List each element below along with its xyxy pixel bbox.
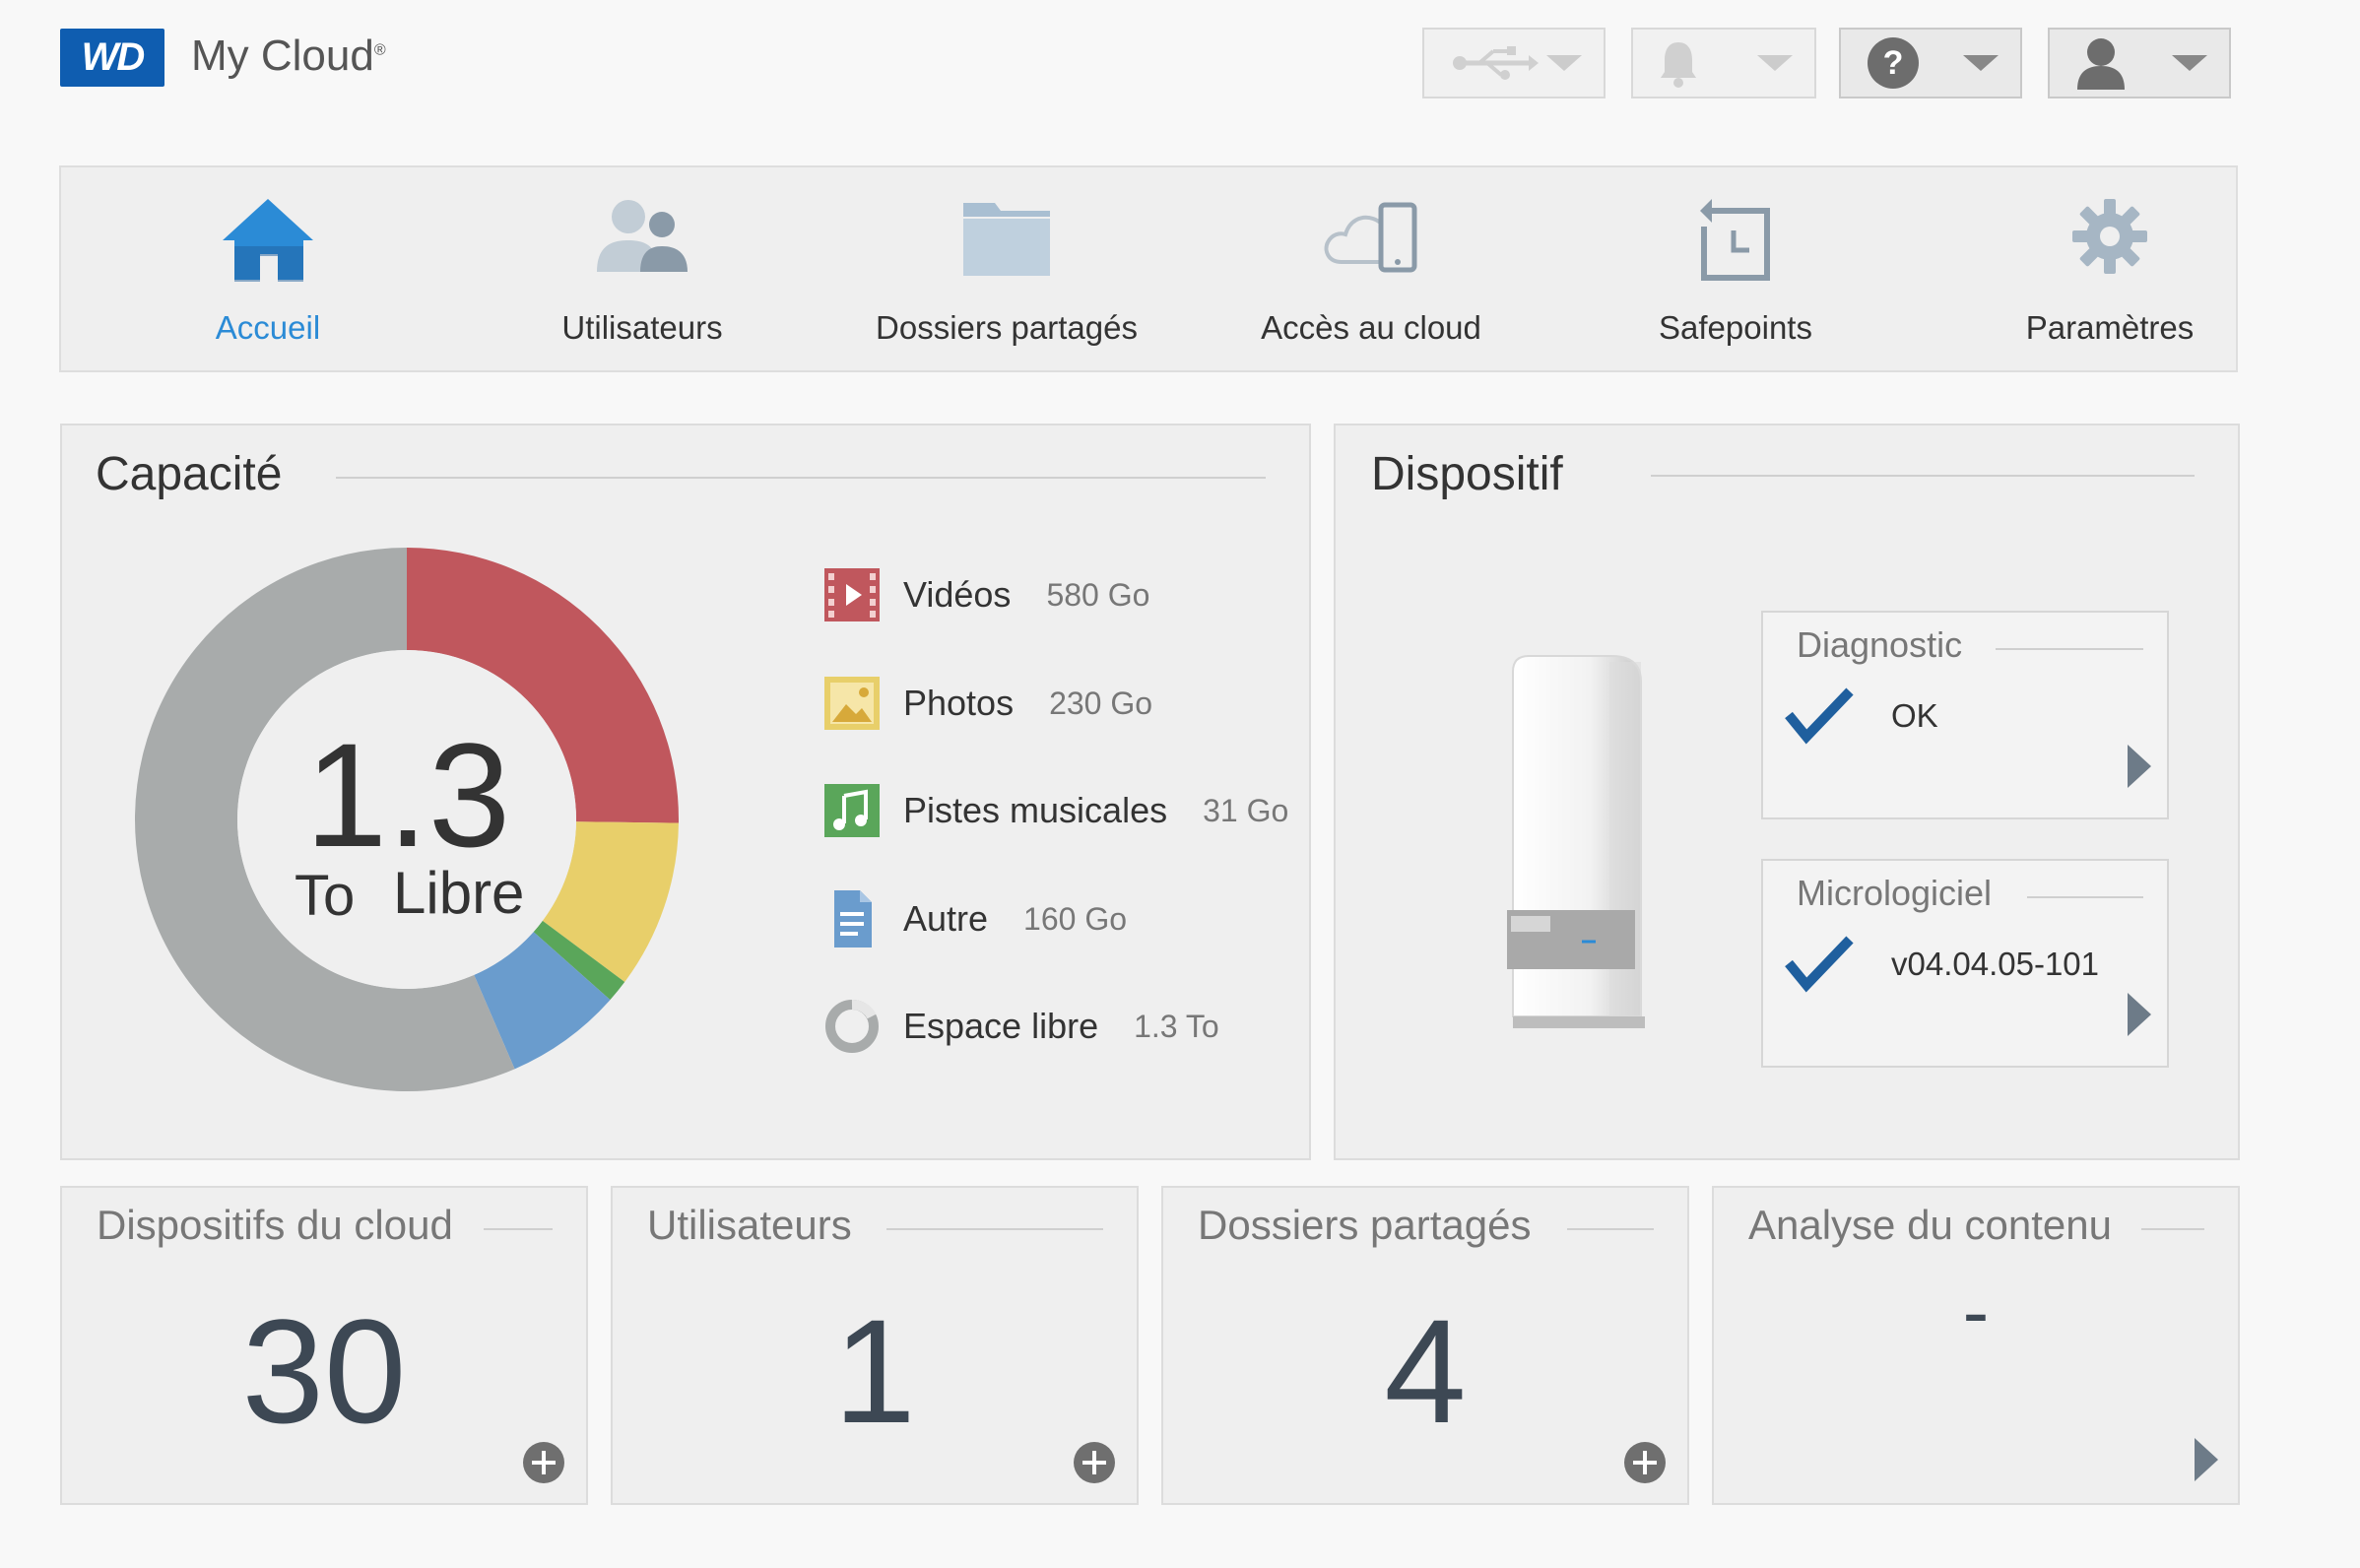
tile-title: Utilisateurs [647,1202,852,1248]
legend-item-videos: Vidéos 580 Go [824,565,1149,624]
title-divider [2141,1228,2204,1230]
nav-label: Utilisateurs [561,309,723,346]
check-icon [1785,936,1854,993]
tile-value: - [1962,1268,1990,1355]
legend-item-music: Pistes musicales 31 Go [824,781,1288,840]
document-icon [834,890,872,947]
legend-item-photos: Photos 230 Go [824,674,1152,733]
nav-item-accueil[interactable]: Accueil [100,167,435,370]
usb-menu-button[interactable] [1422,28,1606,98]
photo-icon [824,677,880,730]
device-panel: Dispositif Diagnostic OK Micrologiciel v… [1334,424,2240,1160]
nav-item-dossiers-partages[interactable]: Dossiers partagés [839,167,1174,370]
legend-value: 580 Go [1046,576,1150,613]
title-divider [1651,475,2195,477]
capacity-panel: Capacité 1.3 To Libre Vidéos 580 Go Phot… [60,424,1311,1160]
wd-logo: WD [60,29,164,87]
title-divider [1567,1228,1654,1230]
nav-item-parametres[interactable]: Paramètres [1942,167,2277,370]
legend-value: 1.3 To [1134,1008,1219,1044]
tile-title: Analyse du contenu [1748,1202,2112,1248]
chevron-down-icon [1546,55,1582,71]
title-divider [886,1228,1103,1230]
title-divider [484,1228,553,1230]
nas-device-image [1507,655,1645,1028]
trademark: ® [373,41,386,59]
chevron-right-icon[interactable] [2128,993,2151,1036]
help-icon: ? [1868,37,1919,89]
add-icon[interactable] [1624,1442,1666,1483]
tile-title: Dossiers partagés [1198,1202,1532,1248]
notifications-menu-button[interactable] [1631,28,1816,98]
legend-name: Espace libre [903,1006,1099,1046]
help-menu-button[interactable]: ? [1839,28,2022,98]
tile-value: 4 [1384,1288,1467,1454]
title-divider [1996,648,2143,650]
title-divider [2027,896,2143,898]
add-icon[interactable] [523,1442,564,1483]
nav-label: Safepoints [1659,309,1812,346]
user-icon [2077,38,2125,90]
capacity-title: Capacité [96,448,283,500]
nav-label: Accès au cloud [1261,309,1481,346]
nav-item-safepoints[interactable]: Safepoints [1568,167,1903,370]
chevron-down-icon [1757,55,1793,71]
free-space-icon [825,1000,879,1053]
legend-value: 31 Go [1203,792,1289,828]
legend-value: 160 Go [1023,900,1128,937]
bell-icon [1661,42,1696,88]
diagnostic-card[interactable]: Diagnostic OK [1761,611,2169,819]
legend-name: Photos [903,683,1015,723]
app-name: My Cloud® [191,32,386,81]
video-icon [824,568,880,621]
diagnostic-title: Diagnostic [1797,624,1963,665]
svg-text:?: ? [1883,44,1904,82]
tile-shared-folders[interactable]: Dossiers partagés 4 [1161,1186,1689,1505]
gear-icon [2072,199,2147,274]
folder-icon [963,203,1050,276]
tile-cloud-devices[interactable]: Dispositifs du cloud 30 [60,1186,588,1505]
nav-label: Accueil [215,309,321,346]
cloud-device-icon [1324,202,1417,273]
chevron-right-icon[interactable] [2128,745,2151,788]
tile-content-analysis[interactable]: Analyse du contenu - [1712,1186,2240,1505]
legend-name: Autre [903,898,989,939]
nav-label: Paramètres [2025,309,2195,346]
nav-item-utilisateurs[interactable]: Utilisateurs [475,167,810,370]
home-icon [223,199,313,282]
safepoint-icon [1700,199,1770,281]
legend-value: 230 Go [1049,685,1153,721]
nav-item-acces-au-cloud[interactable]: Accès au cloud [1204,167,1539,370]
tile-users[interactable]: Utilisateurs 1 [611,1186,1139,1505]
user-menu-button[interactable] [2048,28,2231,98]
add-icon[interactable] [1074,1442,1115,1483]
usb-icon [1453,46,1539,80]
app-name-text: My Cloud [191,32,374,80]
tile-value: 30 [241,1288,407,1454]
nav-label: Dossiers partagés [876,309,1138,346]
legend-name: Vidéos [903,574,1012,615]
title-divider [336,477,1266,479]
main-nav: Accueil Utilisateurs Dossiers partagés A… [59,165,2238,372]
firmware-title: Micrologiciel [1797,873,1993,913]
tile-value: 1 [833,1288,916,1454]
free-space-unit: To [295,864,356,928]
chevron-down-icon [2172,55,2207,71]
legend-item-other: Autre 160 Go [824,889,1127,948]
legend-item-free-space: Espace libre 1.3 To [824,997,1219,1056]
tile-title: Dispositifs du cloud [97,1202,453,1248]
firmware-card[interactable]: Micrologiciel v04.04.05-101 [1761,859,2169,1068]
music-icon [824,784,880,837]
check-icon [1785,687,1854,745]
users-icon [597,200,688,272]
device-title: Dispositif [1371,448,1563,500]
firmware-value: v04.04.05-101 [1891,946,2100,982]
chevron-right-icon[interactable] [2195,1438,2218,1481]
chevron-down-icon [1963,55,1999,71]
free-space-label: Libre [393,860,525,926]
free-space-value: 1.3 [304,712,511,878]
legend-name: Pistes musicales [903,790,1168,830]
diagnostic-value: OK [1891,697,1938,734]
